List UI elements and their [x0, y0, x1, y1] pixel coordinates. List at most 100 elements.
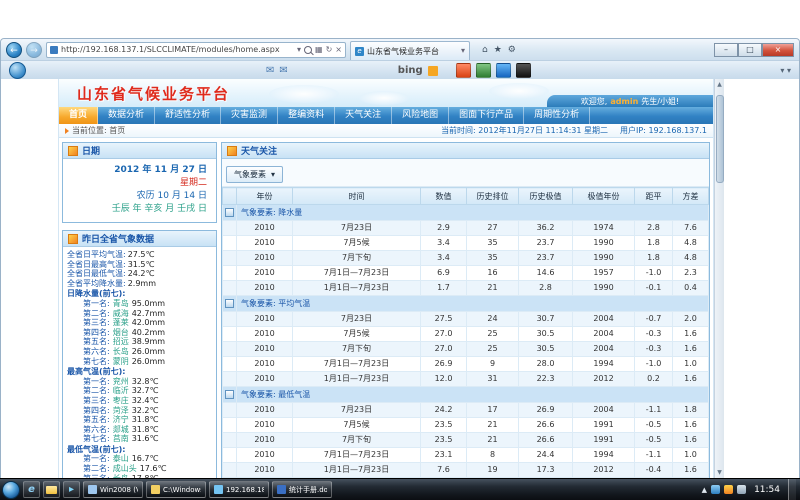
expand-icon[interactable] [225, 390, 234, 399]
toolbar-app-icon[interactable] [516, 63, 531, 78]
nav-item-5[interactable]: 天气关注 [335, 107, 392, 124]
page-scrollbar[interactable]: ▲ ▼ [714, 79, 724, 478]
stat-value: 27.5℃ [128, 250, 155, 260]
taskbar-window-button[interactable]: Win2008 (VS2... [83, 481, 143, 498]
row-lead-cell [223, 342, 237, 357]
rank-label: 第五名: [83, 337, 110, 347]
table-cell: 2012 [573, 463, 635, 478]
site-title: 山东省气候业务平台 [77, 83, 230, 104]
nav-item-1[interactable]: 数据分析 [98, 107, 155, 124]
nav-item-4[interactable]: 整编资料 [278, 107, 335, 124]
table-cell: 27.5 [421, 312, 467, 327]
weather-table: 年份时间数值历史排位历史极值极值年份距平方差 气象要素: 降水量20107月23… [222, 187, 709, 478]
back-button[interactable]: ← [6, 42, 22, 58]
rank-value: 31.6℃ [132, 434, 159, 444]
nav-item-2[interactable]: 舒适性分析 [155, 107, 221, 124]
nav-item-7[interactable]: 图面下行产品 [449, 107, 524, 124]
table-cell: 7月5候 [293, 236, 421, 251]
window-button-label: Win2008 (VS2... [100, 486, 138, 494]
scrollbar-thumb[interactable] [716, 95, 724, 183]
table-cell: 2010 [237, 433, 293, 448]
stop-icon[interactable]: × [335, 43, 342, 57]
browser-tab[interactable]: e 山东省气候业务平台 ▾ [350, 41, 470, 60]
toolbar-app-icon[interactable] [456, 63, 471, 78]
table-cell: 3.4 [421, 236, 467, 251]
bing-logo[interactable]: bing [398, 65, 423, 76]
compatibility-view-icon[interactable]: ▦ [315, 43, 323, 57]
date-panel-body: 2012 年 11 月 27 日 星期二 农历 10 月 14 日 壬辰 年 辛… [63, 159, 216, 222]
row-lead-cell [223, 266, 237, 281]
scroll-down-icon[interactable]: ▼ [715, 469, 724, 476]
refresh-icon[interactable]: ↻ [326, 43, 333, 57]
table-section-row[interactable]: 气象要素: 平均气温 [223, 296, 709, 312]
table-cell: 2.8 [519, 281, 573, 296]
browser-command-icons: ⌂ ★ ⚙ [482, 45, 516, 55]
browser-logo-icon[interactable] [9, 62, 26, 79]
toolbar-overflow-icon[interactable]: ▾ ▾ [780, 66, 791, 75]
rank-item: 第二名:成山头17.6℃ [67, 464, 212, 474]
nav-item-0[interactable]: 首页 [59, 107, 98, 124]
info-bar: 当前位置: 首页 当前时间: 2012年11月27日 11:14:31 星期二 … [59, 124, 713, 138]
current-time: 当前时间: 2012年11月27日 11:14:31 星期二 [441, 125, 608, 136]
expand-icon[interactable] [225, 299, 234, 308]
close-button[interactable]: × [762, 43, 794, 57]
date-line: 2012 年 11 月 27 日 [72, 164, 207, 177]
rank-group-title: 日降水量(前七): [67, 289, 212, 299]
nav-item-3[interactable]: 灾害监测 [221, 107, 278, 124]
tray-weather-icon[interactable] [724, 485, 733, 494]
forward-button[interactable]: → [26, 42, 42, 58]
maximize-button[interactable]: □ [738, 43, 762, 57]
scroll-up-icon[interactable]: ▲ [715, 81, 724, 88]
taskbar-window-button[interactable]: 192.168.18.99... [209, 481, 269, 498]
address-bar[interactable]: http://192.168.137.1/SLCCLIMATE/modules/… [46, 42, 346, 58]
minimize-button[interactable]: – [714, 43, 738, 57]
start-button[interactable] [2, 481, 20, 499]
settings-gear-icon[interactable]: ⚙ [508, 45, 516, 55]
bing-tile-icon[interactable] [428, 66, 438, 76]
tray-volume-icon[interactable] [737, 485, 746, 494]
taskbar-explorer-icon[interactable] [43, 481, 60, 498]
search-icon[interactable] [304, 46, 312, 54]
nav-item-6[interactable]: 风险地图 [392, 107, 449, 124]
table-header-cell: 距平 [635, 188, 673, 205]
rank-item: 第四名:烟台40.2mm [67, 328, 212, 338]
table-cell: 23.7 [519, 236, 573, 251]
mail-icon[interactable]: ✉ [266, 63, 274, 78]
table-cell: 0.2 [635, 372, 673, 387]
table-cell: 21 [467, 281, 519, 296]
toolbar-app-icon[interactable] [476, 63, 491, 78]
weather-stat: 全省日平均气温:27.5℃ [67, 250, 212, 260]
table-cell: 23.5 [421, 418, 467, 433]
taskbar-window-button[interactable]: 统计手册.docx ... [272, 481, 332, 498]
table-cell: 2.9 [421, 221, 467, 236]
tray-network-icon[interactable] [711, 485, 720, 494]
taskbar-mediaplayer-icon[interactable]: ▸ [63, 481, 80, 498]
taskbar-clock[interactable]: 11:54 [750, 485, 784, 495]
expand-icon[interactable] [225, 208, 234, 217]
table-cell: 2010 [237, 221, 293, 236]
nav-item-8[interactable]: 周期性分析 [524, 107, 590, 124]
calendar-icon [68, 146, 78, 156]
table-cell: 22.3 [519, 372, 573, 387]
table-section-row[interactable]: 气象要素: 最低气温 [223, 387, 709, 403]
table-section-row[interactable]: 气象要素: 降水量 [223, 205, 709, 221]
rank-label: 第二名: [83, 464, 110, 474]
tray-expand-icon[interactable]: ▲ [702, 486, 707, 494]
favorites-star-icon[interactable]: ★ [494, 45, 502, 55]
rank-value: 32.4℃ [132, 396, 159, 406]
tab-dropdown-icon[interactable]: ▾ [461, 44, 465, 58]
table-cell: 4.8 [673, 236, 709, 251]
taskbar-ie-icon[interactable]: e [23, 481, 40, 498]
element-filter-button[interactable]: 气象要素 ▾ [226, 166, 283, 183]
show-desktop-button[interactable] [788, 479, 796, 500]
taskbar-window-button[interactable]: C:\Windows\sys... [146, 481, 206, 498]
table-cell: -1.1 [635, 448, 673, 463]
home-icon[interactable]: ⌂ [482, 45, 488, 55]
table-cell: 6.9 [421, 266, 467, 281]
send-mail-icon[interactable]: ✉ [279, 63, 287, 78]
rank-group-title: 最高气温(前七): [67, 367, 212, 377]
rank-label: 第六名: [83, 347, 110, 357]
toolbar-app-icon[interactable] [496, 63, 511, 78]
table-cell: -0.4 [635, 463, 673, 478]
address-dropdown-icon[interactable]: ▾ [297, 43, 301, 57]
